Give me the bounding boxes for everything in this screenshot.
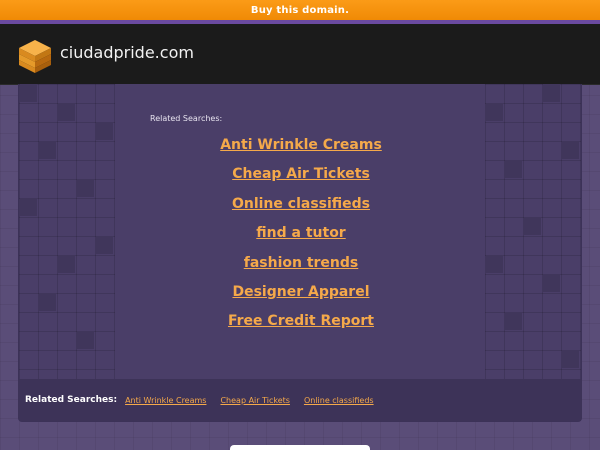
related-searches-heading: Related Searches: (150, 114, 223, 123)
list-item: fashion trends (19, 252, 581, 281)
related-link-find-a-tutor[interactable]: find a tutor (256, 225, 345, 241)
list-item: Cheap Air Tickets (19, 163, 581, 192)
bottom-link-online-classifieds[interactable]: Online classifieds (304, 396, 374, 405)
site-header: ciudadpride.com (0, 24, 600, 85)
list-item: Designer Apparel (19, 281, 581, 310)
related-link-fashion-trends[interactable]: fashion trends (244, 255, 359, 271)
related-link-free-credit-report[interactable]: Free Credit Report (228, 313, 374, 329)
bottom-link-anti-wrinkle-creams[interactable]: Anti Wrinkle Creams (125, 396, 206, 405)
bottom-related-bar: Related Searches: Anti Wrinkle Creams Ch… (18, 379, 582, 421)
related-link-designer-apparel[interactable]: Designer Apparel (232, 284, 369, 300)
stacked-box-logo-icon (19, 40, 51, 73)
pattern-square (486, 104, 503, 121)
bottom-link-cheap-air-tickets[interactable]: Cheap Air Tickets (220, 396, 289, 405)
related-link-online-classifieds[interactable]: Online classifieds (232, 196, 370, 212)
buy-domain-banner[interactable]: Buy this domain. (0, 0, 600, 20)
footer-search-box[interactable] (230, 445, 370, 450)
pattern-square (543, 85, 560, 102)
list-item: Anti Wrinkle Creams (19, 134, 581, 163)
list-item: Online classifieds (19, 193, 581, 222)
pattern-square (20, 85, 37, 102)
buy-domain-label[interactable]: Buy this domain. (251, 5, 349, 16)
list-item: find a tutor (19, 222, 581, 251)
related-link-cheap-air-tickets[interactable]: Cheap Air Tickets (232, 166, 370, 182)
site-name: ciudadpride.com (60, 43, 194, 62)
related-links-list: Anti Wrinkle Creams Cheap Air Tickets On… (19, 134, 581, 340)
list-item: Free Credit Report (19, 310, 581, 339)
pattern-square (58, 104, 75, 121)
related-link-anti-wrinkle-creams[interactable]: Anti Wrinkle Creams (220, 137, 382, 153)
related-searches-panel: Related Searches: Anti Wrinkle Creams Ch… (18, 84, 582, 422)
bottom-related-label: Related Searches: (25, 395, 118, 405)
pattern-square (562, 351, 579, 368)
